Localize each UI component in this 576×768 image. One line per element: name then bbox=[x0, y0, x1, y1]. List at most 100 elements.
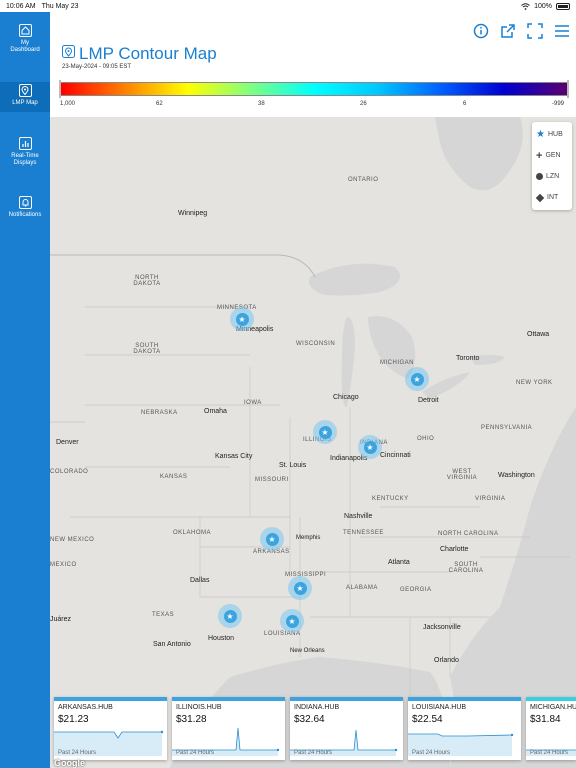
city-label: Jacksonville bbox=[423, 624, 461, 631]
header: LMP Contour Map 23-May-2024 - 09:05 EST … bbox=[50, 12, 576, 117]
wifi-icon bbox=[521, 2, 530, 10]
hub-marker-texas[interactable]: ★ bbox=[218, 604, 242, 628]
city-label: Dallas bbox=[190, 577, 210, 584]
info-icon[interactable] bbox=[472, 22, 489, 39]
sidebar-item-real-time-displays[interactable]: Real-Time Displays bbox=[0, 137, 50, 173]
hub-card[interactable]: ARKANSAS.HUB $21.23 Past 24 Hours bbox=[54, 697, 167, 760]
star-icon: ★ bbox=[285, 614, 299, 628]
fullscreen-icon[interactable] bbox=[526, 22, 543, 39]
hub-marker-arkansas[interactable]: ★ bbox=[260, 527, 284, 551]
city-label: San Antonio bbox=[153, 641, 191, 648]
map-label: NORTH CAROLINA bbox=[438, 531, 499, 537]
hub-marker-michigan[interactable]: ★ bbox=[405, 367, 429, 391]
diamond-icon bbox=[535, 193, 545, 202]
city-label: Orlando bbox=[434, 657, 459, 664]
map-label: MICHIGAN bbox=[380, 360, 414, 366]
hub-card[interactable]: ILLINOIS.HUB $31.28 Past 24 Hours bbox=[172, 697, 285, 760]
map-label: NEW YORK bbox=[516, 380, 553, 386]
battery-icon bbox=[556, 2, 570, 10]
scale-label: 1,000 bbox=[60, 101, 76, 107]
plus-icon: + bbox=[536, 149, 543, 162]
hub-card[interactable]: LOUISIANA.HUB $22.54 Past 24 Hours bbox=[408, 697, 521, 760]
legend-item-int[interactable]: INT bbox=[535, 187, 568, 208]
page-title: LMP Contour Map bbox=[79, 44, 217, 63]
city-label: Houston bbox=[208, 635, 235, 642]
hub-marker-illinois[interactable]: ★ bbox=[313, 420, 337, 444]
card-accent bbox=[408, 697, 521, 701]
timestamp: 23-May-2024 - 09:05 EST bbox=[62, 64, 132, 70]
google-logo: Google bbox=[54, 758, 85, 768]
legend-item-gen[interactable]: + GEN bbox=[536, 145, 568, 166]
map-label: GEORGIA bbox=[400, 587, 432, 593]
sidebar-item-notifications[interactable]: Notifications bbox=[0, 196, 50, 226]
city-label: Juárez bbox=[50, 616, 72, 623]
hub-marker-minnesota[interactable]: ★ bbox=[230, 307, 254, 331]
map-pin-icon bbox=[62, 45, 75, 63]
sidebar-item-label: Dashboard bbox=[10, 47, 40, 53]
star-icon: ★ bbox=[363, 440, 377, 454]
legend-label: INT bbox=[547, 194, 559, 201]
status-time: 10:06 AM bbox=[6, 2, 36, 10]
circle-icon bbox=[536, 173, 543, 180]
map-label: WISCONSIN bbox=[296, 341, 336, 347]
legend-label: HUB bbox=[547, 131, 563, 138]
star-icon: ★ bbox=[223, 609, 237, 623]
city-label: Atlanta bbox=[388, 559, 410, 566]
city-label: Chicago bbox=[333, 394, 359, 401]
hub-card[interactable]: INDIANA.HUB $32.64 Past 24 Hours bbox=[290, 697, 403, 760]
sidebar-item-label: My bbox=[21, 40, 29, 46]
card-accent bbox=[290, 697, 403, 701]
card-subtitle: Past 24 Hours bbox=[412, 750, 451, 756]
home-icon bbox=[18, 24, 32, 37]
city-label: New Orleans bbox=[290, 648, 325, 654]
map-pin-icon bbox=[18, 84, 32, 97]
map-label: TEXAS bbox=[152, 612, 175, 618]
hub-marker-mississippi[interactable]: ★ bbox=[288, 576, 312, 600]
city-label: Winnipeg bbox=[178, 210, 208, 217]
city-label: St. Louis bbox=[279, 462, 307, 469]
title-row: LMP Contour Map bbox=[62, 44, 217, 64]
map-view[interactable]: ONTARIO NORTH DAKOTA SOUTH DAKOTA MINNES… bbox=[50, 117, 576, 768]
bell-icon bbox=[18, 196, 32, 209]
menu-icon[interactable] bbox=[553, 22, 570, 39]
color-scale-bar bbox=[59, 80, 569, 98]
city-label: Kansas City bbox=[215, 453, 253, 460]
card-name: MICHIGAN.HUB bbox=[530, 704, 576, 711]
card-name: ARKANSAS.HUB bbox=[58, 704, 113, 711]
map-label: MEXICO bbox=[50, 562, 77, 568]
city-label: Washington bbox=[498, 472, 535, 479]
map-label: SOUTH DAKOTA bbox=[133, 343, 161, 355]
city-label: Memphis bbox=[296, 535, 321, 541]
legend-label: GEN bbox=[545, 152, 561, 159]
hub-cards-strip[interactable]: ARKANSAS.HUB $21.23 Past 24 Hours ILLINO… bbox=[50, 697, 576, 762]
map-label: VIRGINIA bbox=[475, 496, 506, 502]
sidebar: My Dashboard LMP Map Real-Time Displays … bbox=[0, 12, 50, 768]
card-name: LOUISIANA.HUB bbox=[412, 704, 467, 711]
card-subtitle: Past 24 Hours bbox=[176, 750, 215, 756]
map-label: WEST VIRGINIA bbox=[446, 469, 478, 481]
scale-label: 6 bbox=[463, 101, 467, 107]
status-date: Thu May 23 bbox=[41, 2, 79, 10]
legend-item-hub[interactable]: ★ HUB bbox=[536, 124, 568, 145]
city-label: Nashville bbox=[344, 513, 373, 520]
map-label: NEBRASKA bbox=[141, 410, 178, 416]
hub-marker-louisiana[interactable]: ★ bbox=[280, 609, 304, 633]
hub-marker-indiana[interactable]: ★ bbox=[358, 435, 382, 459]
sidebar-item-lmp-map[interactable]: LMP Map bbox=[0, 82, 50, 112]
card-accent bbox=[526, 697, 576, 701]
map-label: ALABAMA bbox=[346, 585, 378, 591]
sidebar-item-label: Real-Time bbox=[11, 153, 39, 159]
city-label: Detroit bbox=[418, 397, 439, 404]
city-label: Charlotte bbox=[440, 546, 469, 553]
card-accent bbox=[54, 697, 167, 701]
star-icon: ★ bbox=[410, 372, 424, 386]
scale-label: 62 bbox=[156, 101, 163, 107]
bar-chart-icon bbox=[18, 137, 32, 150]
hub-card[interactable]: MICHIGAN.HUB $31.84 Past 24 Hours bbox=[526, 697, 576, 760]
card-subtitle: Past 24 Hours bbox=[530, 750, 569, 756]
battery-percent: 100% bbox=[534, 2, 552, 10]
sidebar-item-dashboard[interactable]: My Dashboard bbox=[0, 24, 50, 60]
external-link-icon[interactable] bbox=[499, 22, 516, 39]
sidebar-item-label: LMP Map bbox=[12, 100, 38, 106]
legend-item-lzn[interactable]: LZN bbox=[536, 166, 568, 187]
